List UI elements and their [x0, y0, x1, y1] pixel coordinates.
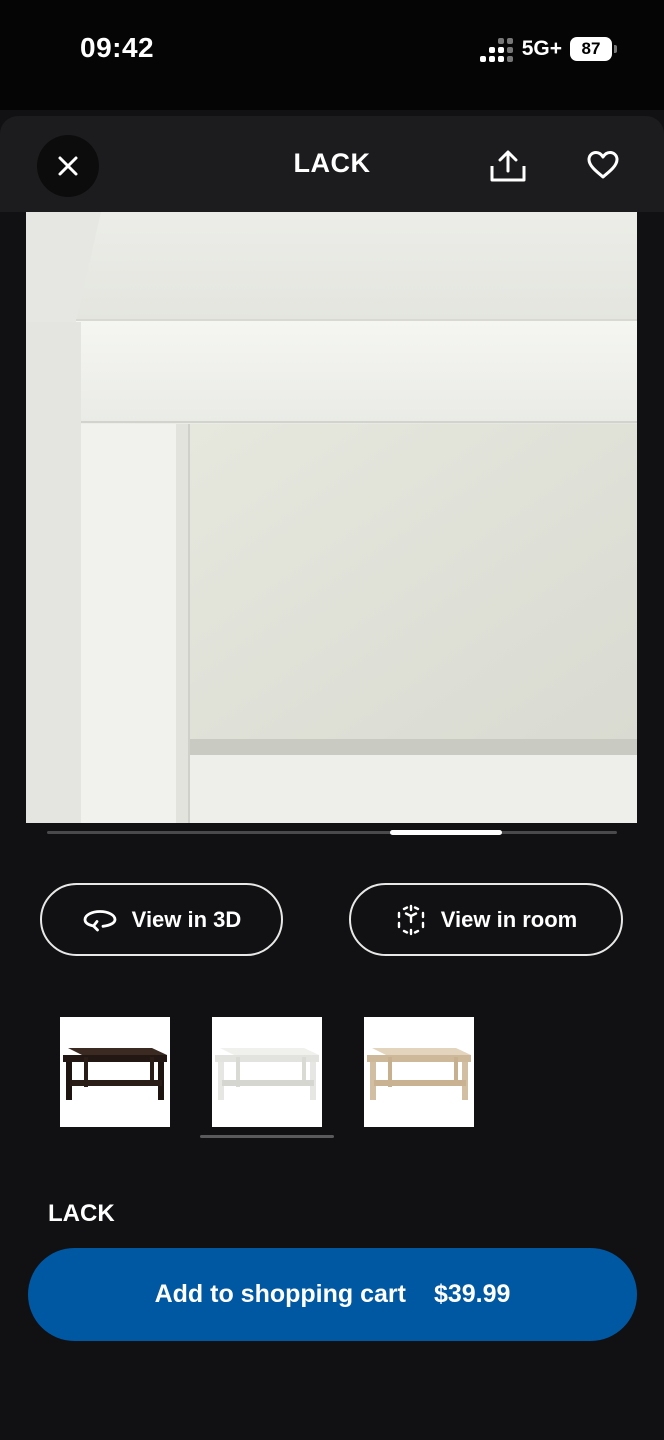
sheet-header: LACK: [0, 116, 664, 212]
favorite-button[interactable]: [581, 143, 625, 187]
carousel-position-indicator: [390, 830, 502, 835]
battery-level: 87: [581, 39, 601, 58]
carousel-track: [47, 831, 617, 834]
page-title: LACK: [293, 148, 371, 178]
heart-icon: [587, 151, 619, 179]
variant-swatch-oak[interactable]: [364, 1017, 474, 1127]
add-to-cart-button[interactable]: Add to shopping cart $39.99: [28, 1248, 637, 1341]
product-image[interactable]: [26, 212, 637, 823]
view-in-room-button[interactable]: View in room: [349, 883, 623, 956]
add-to-cart-label: Add to shopping cart: [154, 1280, 406, 1308]
table-thumbnail: [215, 1048, 319, 1100]
status-indicators: 5G+ 87: [479, 36, 617, 62]
rotate-3d-icon: [83, 909, 117, 931]
battery-icon: 87: [570, 37, 617, 61]
view-in-3d-button[interactable]: View in 3D: [40, 883, 283, 956]
product-photo: [26, 212, 637, 823]
network-type: 5G+: [521, 37, 562, 60]
view-in-room-label: View in room: [440, 906, 578, 932]
ar-cube-icon: [397, 904, 424, 935]
share-button[interactable]: [486, 144, 530, 188]
selected-variant-indicator: [200, 1135, 334, 1138]
share-icon: [490, 150, 526, 182]
table-thumbnail: [367, 1048, 471, 1100]
product-name: LACK: [48, 1200, 115, 1227]
view-in-3d-label: View in 3D: [131, 906, 242, 932]
price-label: $39.99: [433, 1280, 511, 1308]
variant-swatch-white[interactable]: [212, 1017, 322, 1127]
table-thumbnail: [63, 1048, 167, 1100]
signal-icon: [479, 36, 514, 62]
status-time: 09:42: [80, 32, 155, 63]
status-bar: 09:42 5G+ 87: [0, 0, 664, 110]
variant-swatch-black-brown[interactable]: [60, 1017, 170, 1127]
